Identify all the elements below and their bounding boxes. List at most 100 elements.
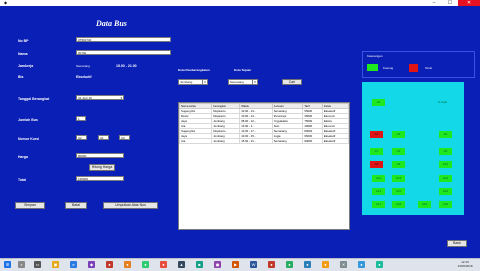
- total-input[interactable]: 135000: [76, 176, 124, 181]
- bis-label: Bis: [18, 75, 24, 79]
- cell: Semarang: [271, 138, 304, 144]
- nama-label: Nama: [18, 52, 28, 56]
- app-icon[interactable]: ●: [286, 261, 293, 268]
- cari-button[interactable]: Cari: [282, 79, 302, 85]
- tanggal-value: 31 Juni 16: [78, 96, 92, 100]
- app-icon[interactable]: ✕: [340, 261, 347, 268]
- task-view-icon[interactable]: ▭: [34, 261, 41, 268]
- clock[interactable]: 12:16 13/06/2018: [452, 260, 478, 268]
- app-icon[interactable]: ●: [160, 261, 167, 268]
- chevron-down-icon[interactable]: ▾: [252, 80, 257, 84]
- taskbar: ⊞ ⌕ ▭ ▣ e ◆ ● ● ● ● ▲ ■ ◼ ▶ W ● ● ● ● ✕ …: [0, 258, 480, 271]
- seat-a15[interactable]: A15: [392, 188, 405, 195]
- word-icon[interactable]: W: [250, 261, 257, 268]
- seat-a14[interactable]: A14: [372, 188, 385, 195]
- bis-value: Eksekutif: [76, 75, 92, 79]
- kursi-input-2[interactable]: A1: [98, 135, 109, 140]
- harga-label: Harga: [18, 155, 28, 159]
- kursi-label: Nomor Kursi: [18, 137, 40, 141]
- jumlah-label: Jumlah Bus: [18, 118, 38, 122]
- app-icon[interactable]: ◆: [88, 261, 95, 268]
- total-label: Total: [18, 178, 27, 182]
- app-icon[interactable]: ●: [142, 261, 149, 268]
- table-row[interactable]: Ara Jombang 15.00 - 21... Semarang 90000 Ekse…: [179, 138, 349, 144]
- app-title: Data Bus: [96, 19, 127, 28]
- seat-a5[interactable]: A5: [439, 148, 452, 155]
- search-icon[interactable]: ⌕: [18, 261, 25, 268]
- legend-kosong-swatch: [367, 64, 378, 71]
- legend-title: Keterangan: [367, 54, 383, 58]
- kota-asal-value: Jombang: [180, 80, 193, 84]
- seat-a1[interactable]: A1: [372, 99, 385, 106]
- app-icon[interactable]: ●: [358, 261, 365, 268]
- app-icon[interactable]: ▶: [232, 261, 239, 268]
- kursi-input-3[interactable]: A3: [119, 135, 130, 140]
- kota-tujuan-value: Semarang: [230, 80, 244, 84]
- edge-icon[interactable]: e: [70, 261, 77, 268]
- legend-terisi-label: Terisi: [425, 66, 433, 70]
- seat-a12[interactable]: A12: [439, 175, 452, 182]
- app-icon[interactable]: ●: [304, 261, 311, 268]
- cell: Ara: [179, 138, 213, 144]
- seat-a8[interactable]: A8: [370, 161, 383, 168]
- kota-tujuan-label: Kota Tujuan: [234, 68, 252, 72]
- hitung-harga-button[interactable]: Hitung Harga: [89, 164, 115, 171]
- seat-a18[interactable]: A18: [392, 201, 405, 208]
- app-icon[interactable]: ▲: [178, 261, 185, 268]
- nobp-input[interactable]: 07501740: [76, 37, 171, 42]
- nobp-label: No BP: [18, 39, 29, 43]
- tanggal-picker[interactable]: 31 Juni 16 ▾: [76, 95, 124, 100]
- cell: Jombang: [211, 138, 241, 144]
- app-icon[interactable]: ●: [322, 261, 329, 268]
- start-icon[interactable]: ⊞: [4, 261, 11, 268]
- seat-a3[interactable]: A3: [392, 131, 405, 138]
- batal-button[interactable]: Batal: [65, 202, 87, 209]
- jam-city: Semarang: [76, 64, 90, 68]
- seat-a2[interactable]: A2: [370, 131, 383, 138]
- back-button[interactable]: Back: [447, 240, 467, 247]
- app-icon[interactable]: ■: [196, 261, 203, 268]
- seat-a7[interactable]: A7: [370, 148, 383, 155]
- app-icon[interactable]: ●: [268, 261, 275, 268]
- seat-a4[interactable]: A4: [439, 131, 452, 138]
- jam-time: 15.00 - 21.00: [116, 64, 137, 68]
- cell: 90000: [302, 138, 323, 144]
- seat-a16[interactable]: A16: [439, 188, 452, 195]
- kursi-input-1[interactable]: A2: [76, 135, 87, 140]
- seat-map-panel: A sopir A1 A2 A3 A4 A5 A6 A8 A9 A10 A11 A13 A12 A14 A…: [362, 82, 464, 215]
- main-form: Data Bus No BP 07501740 Nama 0070k Jamke…: [0, 6, 480, 258]
- seat-a6[interactable]: A6: [392, 148, 405, 155]
- driver-seat-label: A sopir: [438, 100, 448, 104]
- nama-input[interactable]: 0070k: [76, 50, 171, 55]
- jam-label: Jamkerja: [18, 64, 34, 68]
- seat-a10[interactable]: A10: [439, 161, 452, 168]
- app-icon[interactable]: ◼: [214, 261, 221, 268]
- jumlah-input[interactable]: 1: [76, 116, 86, 121]
- seat-a20[interactable]: A20: [439, 201, 452, 208]
- app-icon[interactable]: ●: [376, 261, 383, 268]
- bus-table[interactable]: Nama kelas berangkat Waktu Jurusan Tarif…: [178, 102, 350, 230]
- explorer-icon[interactable]: ▣: [52, 261, 59, 268]
- seat-a19[interactable]: A19: [418, 201, 431, 208]
- kota-asal-select[interactable]: Jombang ▾: [178, 79, 208, 85]
- harga-input[interactable]: 90000: [76, 153, 124, 158]
- simpan-button[interactable]: Simpan: [15, 202, 45, 209]
- kota-tujuan-select[interactable]: Semarang ▾: [228, 79, 258, 85]
- cell: Eksekutif: [321, 138, 349, 144]
- tanggal-label: Tanggal Berangkat: [18, 97, 50, 101]
- legend-terisi-swatch: [409, 64, 418, 72]
- kota-asal-label: Kota Pemberangkatan: [178, 68, 210, 72]
- seat-a9[interactable]: A9: [392, 161, 405, 168]
- app-icon[interactable]: ●: [124, 261, 131, 268]
- chevron-down-icon[interactable]: ▾: [202, 80, 207, 84]
- clock-date: 13/06/2018: [457, 264, 473, 268]
- seat-legend: Keterangan Kosong Terisi: [362, 51, 475, 78]
- cell: 15.00 - 21...: [239, 138, 273, 144]
- seat-a13[interactable]: A13: [392, 175, 405, 182]
- calendar-icon[interactable]: ▾: [120, 96, 122, 99]
- seat-a17[interactable]: A17: [372, 201, 385, 208]
- umpulkan-button[interactable]: Umpulkan Atas Nos: [103, 202, 158, 209]
- app-icon[interactable]: ●: [106, 261, 113, 268]
- legend-kosong-label: Kosong: [383, 66, 394, 70]
- seat-a11[interactable]: A11: [372, 175, 385, 182]
